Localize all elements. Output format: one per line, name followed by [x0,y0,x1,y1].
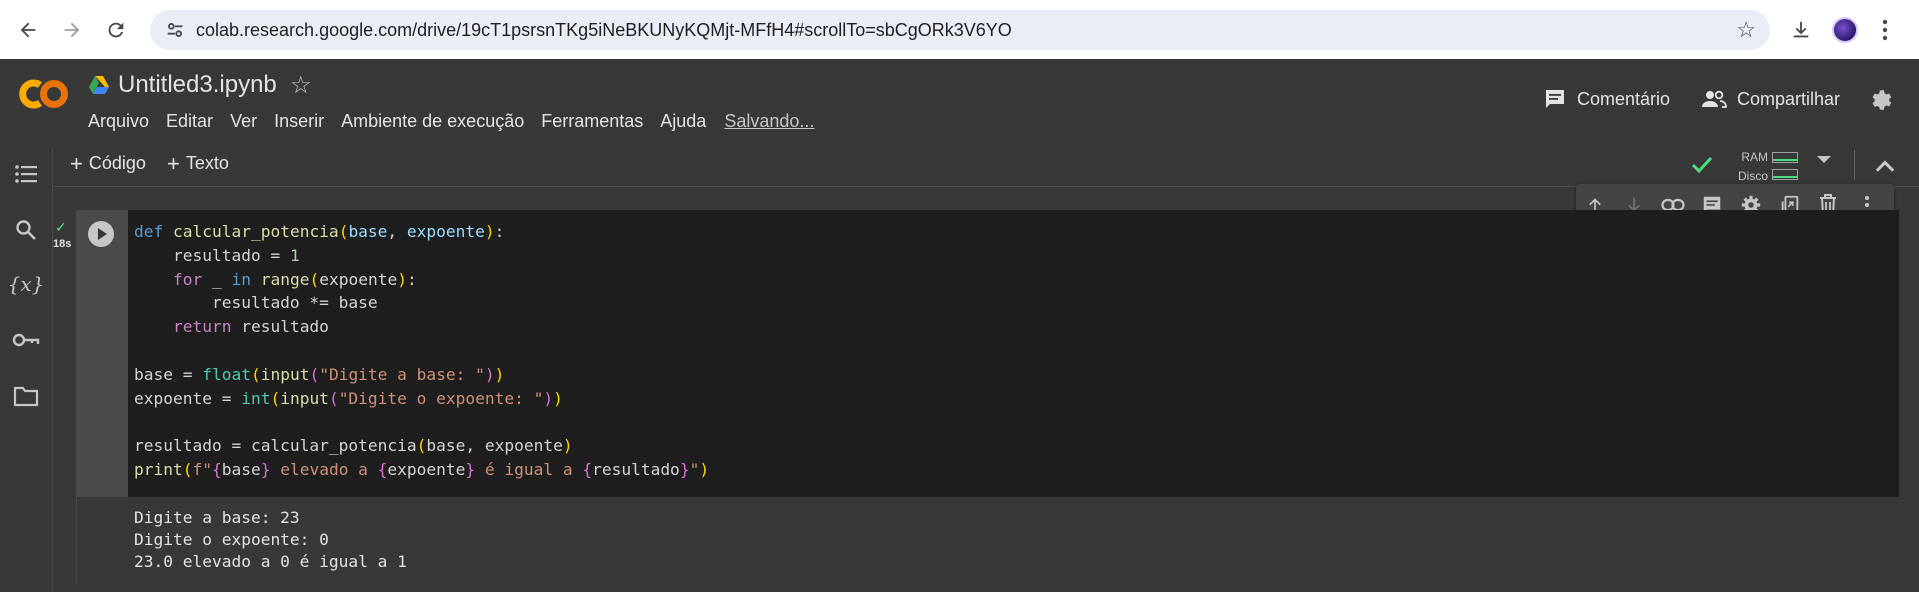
reload-icon[interactable] [98,12,134,48]
run-cell-button[interactable] [88,221,114,247]
save-status[interactable]: Salvando... [724,111,814,132]
resource-labels[interactable]: RAM Disco [1728,148,1768,186]
colab-header: Untitled3.ipynb ☆ Arquivo Editar Ver Ins… [0,59,1919,148]
folder-icon[interactable] [12,382,40,410]
add-code-button[interactable]: + Código [70,150,146,176]
google-drive-icon[interactable] [88,75,110,95]
output-line: Digite a base: 23 [134,508,300,527]
address-bar[interactable]: colab.research.google.com/drive/19cT1psr… [150,10,1770,50]
menu-bar: Arquivo Editar Ver Inserir Ambiente de e… [88,111,814,132]
browser-toolbar: colab.research.google.com/drive/19cT1psr… [0,0,1919,59]
divider [1854,150,1855,180]
avatar [1832,17,1858,43]
share-label: Compartilhar [1737,88,1841,109]
plus-icon: + [70,150,83,176]
settings-gear-icon[interactable] [1867,87,1893,113]
people-icon [1702,90,1727,108]
secrets-key-icon[interactable] [12,326,40,354]
code-line: resultado = calcular_potencia(base, expo… [134,436,573,456]
code-line: for _ in range(expoente): [172,269,417,289]
menu-ferramentas[interactable]: Ferramentas [541,111,643,132]
menu-arquivo[interactable]: Arquivo [88,111,149,132]
colab-logo-icon[interactable] [18,77,70,111]
share-button[interactable]: Compartilhar [1701,87,1840,111]
add-text-button[interactable]: + Texto [167,150,229,176]
kebab-menu-icon[interactable] [1867,12,1903,48]
profile-avatar[interactable] [1827,12,1863,48]
output-text: Digite a base: 23 Digite o expoente: 0 23.… [134,507,407,573]
table-of-contents-icon[interactable] [12,160,40,188]
runtime-dropdown-icon[interactable] [1817,156,1831,163]
menu-editar[interactable]: Editar [166,111,213,132]
code-line: base = float(input("Digite a base: ")) [134,364,505,384]
variables-icon[interactable]: {x} [8,270,45,298]
comment-label: Comentário [1577,88,1671,109]
cell-gutter [76,210,128,497]
code-line: resultado = 1 [134,245,300,265]
search-icon[interactable] [12,216,40,244]
variables-glyph: {x} [7,272,45,296]
output-line: 23.0 elevado a 0 é igual a 1 [134,552,407,571]
connected-check-icon[interactable] [1690,152,1714,176]
add-text-label: Texto [185,153,229,173]
menu-ajuda[interactable]: Ajuda [660,111,706,132]
cell-output: Digite a base: 23 Digite o expoente: 0 23.… [76,497,1899,584]
site-settings-icon[interactable] [164,19,186,41]
menu-ambiente-execucao[interactable]: Ambiente de execução [341,111,524,132]
notebook-title[interactable]: Untitled3.ipynb [118,71,277,99]
ram-label: RAM [1741,150,1768,164]
execution-success-icon: ✓ [55,219,67,235]
execution-time: 18s [53,238,72,250]
download-icon[interactable] [1783,12,1819,48]
collapse-header-icon[interactable] [1871,152,1899,180]
code-line: print(f"{base} elevado a {expoente} é ig… [134,459,710,479]
comment-button[interactable]: Comentário [1543,87,1670,111]
star-icon[interactable]: ☆ [290,71,312,100]
back-icon[interactable] [10,12,46,48]
code-text[interactable]: def calcular_potencia(base, expoente): r… [134,220,709,482]
code-line: def calcular_potencia(base, expoente): [134,222,505,241]
code-cell[interactable]: def calcular_potencia(base, expoente): r… [76,210,1899,584]
forward-icon[interactable] [54,12,90,48]
disk-usage-bar[interactable] [1772,169,1798,180]
ram-usage-bar[interactable] [1772,152,1798,163]
comment-icon [1546,90,1564,108]
menu-ver[interactable]: Ver [230,111,257,132]
notebook-toolbar: + Código + Texto RAM Disco [53,148,1919,187]
code-line: resultado *= base [134,293,378,313]
plus-icon: + [167,150,180,176]
url-text[interactable]: colab.research.google.com/drive/19cT1psr… [196,20,1012,41]
bookmark-star-icon[interactable]: ☆ [1736,17,1756,43]
output-line: Digite o expoente: 0 [134,530,329,549]
add-code-label: Código [88,153,146,173]
code-line: expoente = int(input("Digite o expoente:… [134,388,563,408]
left-side-rail: {x} [0,148,53,592]
output-gutter [77,497,129,584]
code-editor[interactable]: def calcular_potencia(base, expoente): r… [128,210,1899,497]
code-line: return resultado [172,317,329,337]
menu-inserir[interactable]: Inserir [274,111,324,132]
